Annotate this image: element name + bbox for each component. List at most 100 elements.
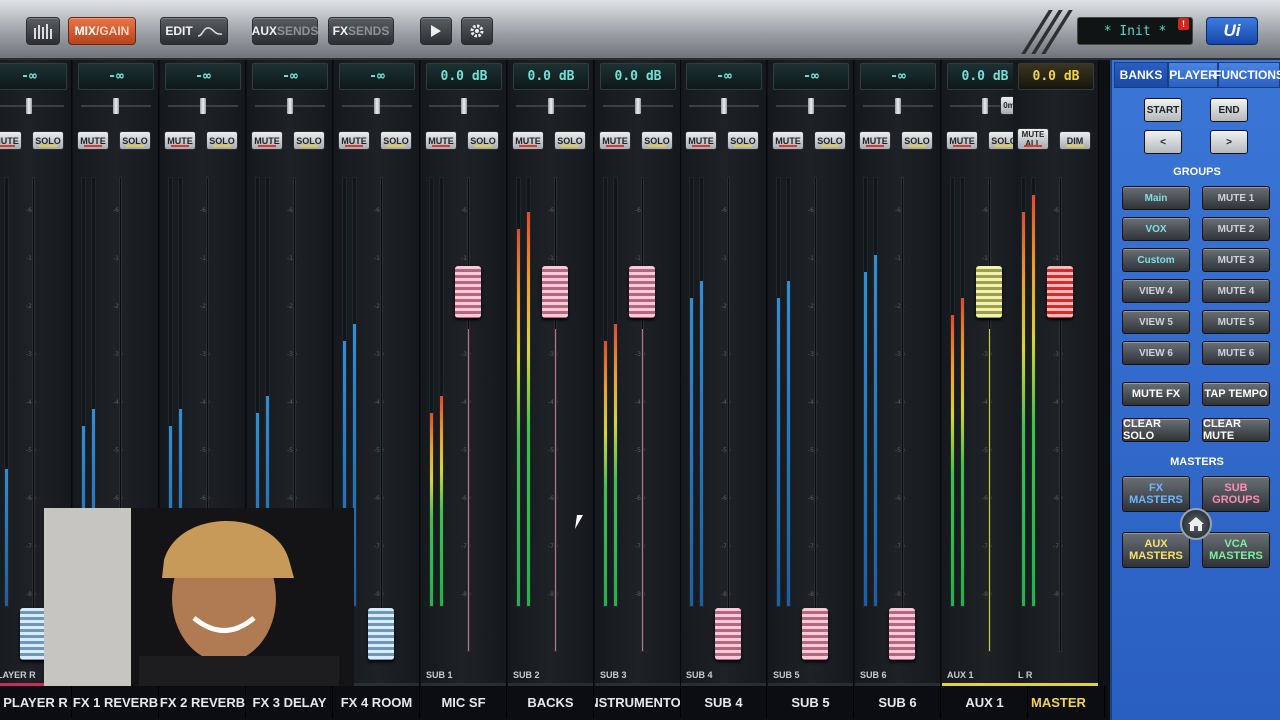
start-button[interactable]: START <box>1144 98 1182 122</box>
pan-knob[interactable] <box>26 98 32 114</box>
sub-groups-button[interactable]: SUB GROUPS <box>1202 476 1270 512</box>
group-view-button[interactable]: Custom <box>1122 248 1190 272</box>
pan-knob[interactable] <box>721 98 727 114</box>
mute-button[interactable]: MUTE <box>338 131 370 150</box>
level-readout[interactable]: -∞ <box>339 63 415 90</box>
settings-button[interactable] <box>461 17 493 45</box>
play-button[interactable] <box>420 17 452 45</box>
bank-next-button[interactable]: > <box>1210 130 1248 154</box>
pan-knob[interactable] <box>808 98 814 114</box>
level-readout[interactable]: 0.0 dB <box>1018 63 1094 90</box>
pan-control[interactable] <box>255 98 325 114</box>
home-button[interactable] <box>1180 508 1212 540</box>
snapshot-display[interactable]: * Init * <box>1077 17 1193 45</box>
solo-button[interactable]: SOLO <box>467 131 499 150</box>
tap-tempo-button[interactable]: TAP TEMPO <box>1202 382 1270 406</box>
fader-handle[interactable] <box>889 608 915 660</box>
fader-track[interactable] <box>727 177 730 652</box>
level-readout[interactable]: 0.0 dB <box>426 63 502 90</box>
pan-knob[interactable] <box>635 98 641 114</box>
fader-handle[interactable] <box>542 266 568 318</box>
mute-button[interactable]: MUTE <box>164 131 196 150</box>
group-view-button[interactable]: VOX <box>1122 217 1190 241</box>
channel-name[interactable]: SUB 4 <box>681 686 767 718</box>
mute-group-button[interactable]: MUTE 5 <box>1202 310 1270 334</box>
group-view-button[interactable]: VIEW 4 <box>1122 279 1190 303</box>
channel-name[interactable]: SUB 6 <box>855 686 941 718</box>
solo-button[interactable]: SOLO <box>206 131 238 150</box>
fader-track[interactable] <box>988 177 991 652</box>
mute-button[interactable]: MUTE <box>859 131 891 150</box>
fader-track[interactable] <box>380 177 383 652</box>
meters-view-button[interactable] <box>26 17 60 45</box>
level-readout[interactable]: 0.0 dB <box>947 63 1023 90</box>
channel-name[interactable]: MIC SF <box>421 686 507 718</box>
fader-track[interactable] <box>814 177 817 652</box>
tab-banks[interactable]: BANKS <box>1114 62 1168 88</box>
mute-group-button[interactable]: MUTE 3 <box>1202 248 1270 272</box>
pan-knob[interactable] <box>287 98 293 114</box>
end-button[interactable]: END <box>1210 98 1248 122</box>
fader-handle[interactable] <box>976 266 1002 318</box>
mute-button[interactable]: MUTE <box>599 131 631 150</box>
channel-name[interactable]: SUB 5 <box>768 686 854 718</box>
pan-knob[interactable] <box>200 98 206 114</box>
mute-group-button[interactable]: MUTE 4 <box>1202 279 1270 303</box>
tab-functions[interactable]: FUNCTIONS <box>1214 62 1280 88</box>
bank-prev-button[interactable]: < <box>1144 130 1182 154</box>
level-readout[interactable]: -∞ <box>686 63 762 90</box>
fader-handle[interactable] <box>629 266 655 318</box>
mute-button[interactable]: MUTE <box>0 131 22 150</box>
mute-button[interactable]: MUTE <box>685 131 717 150</box>
pan-control[interactable] <box>776 98 846 114</box>
pan-control[interactable] <box>689 98 759 114</box>
channel-name[interactable]: FX 2 REVERB <box>160 686 246 718</box>
pan-knob[interactable] <box>548 98 554 114</box>
pan-knob[interactable] <box>461 98 467 114</box>
fx-masters-button[interactable]: FX MASTERS <box>1122 476 1190 512</box>
mute-button[interactable]: MUTE <box>77 131 109 150</box>
solo-button[interactable]: SOLO <box>641 131 673 150</box>
group-view-button[interactable]: VIEW 6 <box>1122 341 1190 365</box>
pan-control[interactable] <box>0 98 64 114</box>
pan-knob[interactable] <box>113 98 119 114</box>
pan-knob[interactable] <box>895 98 901 114</box>
level-readout[interactable]: -∞ <box>0 63 67 90</box>
pan-control[interactable] <box>342 98 412 114</box>
fader-track[interactable] <box>467 177 470 652</box>
mute-group-button[interactable]: MUTE 2 <box>1202 217 1270 241</box>
solo-button[interactable]: SOLO <box>293 131 325 150</box>
channel-name[interactable]: FX 4 ROOM <box>334 686 420 718</box>
solo-button[interactable]: SOLO <box>32 131 64 150</box>
solo-button[interactable]: SOLO <box>119 131 151 150</box>
mute-button[interactable]: MUTE <box>772 131 804 150</box>
solo-button[interactable]: SOLO <box>380 131 412 150</box>
mute-button[interactable]: MUTE <box>512 131 544 150</box>
mute-group-button[interactable]: MUTE 1 <box>1202 186 1270 210</box>
pan-control[interactable] <box>516 98 586 114</box>
channel-name[interactable]: FX 3 DELAY <box>247 686 333 718</box>
mute-fx-button[interactable]: MUTE FX <box>1122 382 1190 406</box>
level-readout[interactable]: 0.0 dB <box>600 63 676 90</box>
clear-solo-button[interactable]: CLEAR SOLO <box>1122 418 1190 442</box>
tab-player[interactable]: PLAYER <box>1168 62 1218 88</box>
fader-handle[interactable] <box>1047 266 1073 318</box>
pan-knob[interactable] <box>982 98 988 114</box>
channel-name[interactable]: BACKS <box>508 686 594 718</box>
pan-control[interactable] <box>603 98 673 114</box>
edit-button[interactable]: EDIT <box>160 17 228 45</box>
level-readout[interactable]: -∞ <box>773 63 849 90</box>
fader-handle[interactable] <box>20 608 46 660</box>
solo-button[interactable]: SOLO <box>554 131 586 150</box>
channel-name[interactable]: FX 1 REVERB <box>73 686 159 718</box>
level-readout[interactable]: -∞ <box>165 63 241 90</box>
level-readout[interactable]: -∞ <box>860 63 936 90</box>
channel-name[interactable]: PLAYER R <box>0 686 72 718</box>
mute-button[interactable]: MUTE ALL <box>1017 128 1049 150</box>
pan-control[interactable] <box>863 98 933 114</box>
mute-button[interactable]: MUTE <box>425 131 457 150</box>
level-readout[interactable]: -∞ <box>252 63 328 90</box>
channel-name[interactable]: MASTER <box>1013 686 1105 718</box>
fader-track[interactable] <box>901 177 904 652</box>
fader-handle[interactable] <box>455 266 481 318</box>
